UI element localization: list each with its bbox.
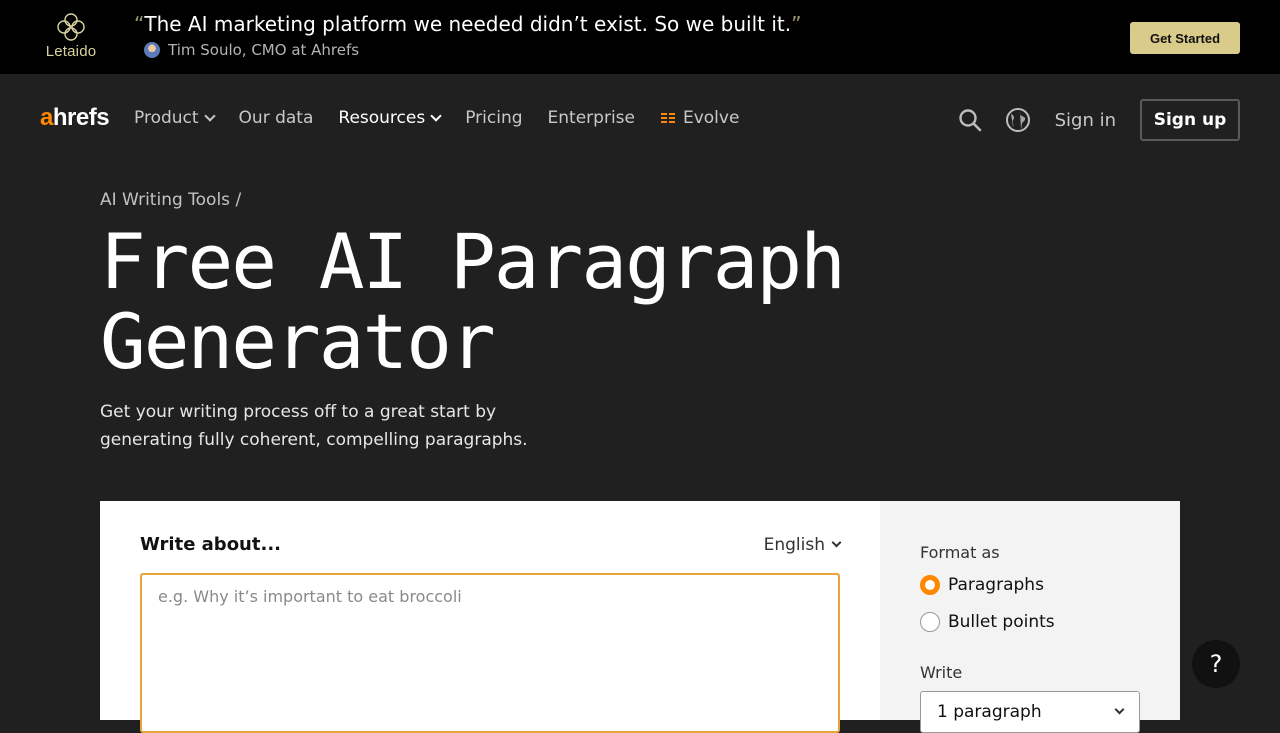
radio-selected-icon [920, 575, 940, 595]
page-subtitle: Get your writing process off to a great … [100, 402, 528, 450]
question-mark-icon: ? [1209, 650, 1223, 678]
nav-item-label: Our data [238, 108, 314, 128]
author-avatar [144, 42, 160, 58]
format-option-paragraphs[interactable]: Paragraphs [920, 575, 1044, 595]
quote-text: The AI marketing platform we needed didn… [144, 12, 792, 36]
nav-item-label: Product [134, 108, 199, 128]
nav-item-label: Evolve [682, 108, 740, 128]
language-button[interactable] [1005, 107, 1031, 133]
quote-close-mark: ” [791, 12, 802, 36]
promo-author: Tim Soulo, CMO at Ahrefs [144, 41, 359, 59]
sign-up-button[interactable]: Sign up [1140, 99, 1240, 141]
chevron-down-icon [203, 109, 216, 122]
ahrefs-logo[interactable]: ahrefs [40, 104, 110, 132]
nav-items: Product Our data Resources Pricing Enter… [134, 108, 739, 128]
paragraph-count-select[interactable]: 1 paragraph [920, 691, 1140, 733]
nav-item-product[interactable]: Product [134, 108, 216, 128]
generator-input-panel: Write about... English [100, 501, 880, 733]
evolve-icon [660, 113, 675, 123]
chevron-down-icon [1114, 704, 1125, 715]
main-nav: ahrefs Product Our data Resources Pricin… [0, 74, 1280, 164]
page-title-line1: Free AI Paragraph [100, 217, 846, 306]
format-as-label: Format as [920, 543, 1000, 562]
search-button[interactable] [957, 107, 983, 133]
language-select[interactable]: English [763, 535, 842, 555]
search-icon [958, 109, 981, 132]
nav-item-label: Enterprise [547, 108, 635, 128]
page-title-line2: Generator [100, 297, 496, 386]
help-button[interactable]: ? [1192, 640, 1240, 688]
letaido-logo[interactable]: Letaido [40, 12, 102, 60]
globe-icon [1005, 108, 1030, 132]
format-option-bullet-points[interactable]: Bullet points [920, 612, 1055, 632]
nav-right: Sign in Sign up [957, 99, 1240, 141]
brand-a: a [40, 104, 53, 131]
quote-open-mark: “ [134, 12, 145, 36]
nav-item-our-data[interactable]: Our data [239, 108, 314, 128]
write-count-label: Write [920, 663, 963, 682]
nav-item-resources[interactable]: Resources [338, 108, 442, 128]
nav-item-evolve[interactable]: Evolve [660, 108, 739, 128]
chevron-down-icon [430, 109, 442, 122]
radio-unselected-icon [920, 612, 940, 632]
nav-item-pricing[interactable]: Pricing [465, 108, 522, 128]
nav-item-label: Pricing [465, 108, 523, 128]
nav-item-label: Resources [338, 108, 426, 128]
author-name: Tim Soulo, CMO at Ahrefs [168, 41, 360, 59]
format-option-label: Paragraphs [948, 575, 1044, 595]
language-value: English [763, 535, 825, 555]
letaido-logo-icon [57, 13, 85, 41]
page-title: Free AI Paragraph Generator [100, 222, 1000, 382]
get-started-button[interactable]: Get Started [1130, 22, 1240, 54]
generator-options-panel: Format as Paragraphs Bullet points Write… [880, 501, 1180, 733]
nav-item-enterprise[interactable]: Enterprise [548, 108, 635, 128]
promo-banner: Letaido “The AI marketing platform we ne… [0, 0, 1280, 74]
sign-in-link[interactable]: Sign in [1055, 110, 1116, 131]
topic-input[interactable] [140, 573, 840, 733]
letaido-logo-text: Letaido [45, 43, 97, 60]
promo-quote: “The AI marketing platform we needed did… [134, 12, 801, 36]
paragraph-count-value: 1 paragraph [937, 702, 1042, 722]
chevron-down-icon [831, 537, 842, 548]
brand-rest: hrefs [52, 104, 110, 131]
breadcrumb[interactable]: AI Writing Tools / [100, 190, 241, 210]
format-option-label: Bullet points [948, 612, 1055, 632]
write-about-label: Write about... [140, 534, 281, 555]
